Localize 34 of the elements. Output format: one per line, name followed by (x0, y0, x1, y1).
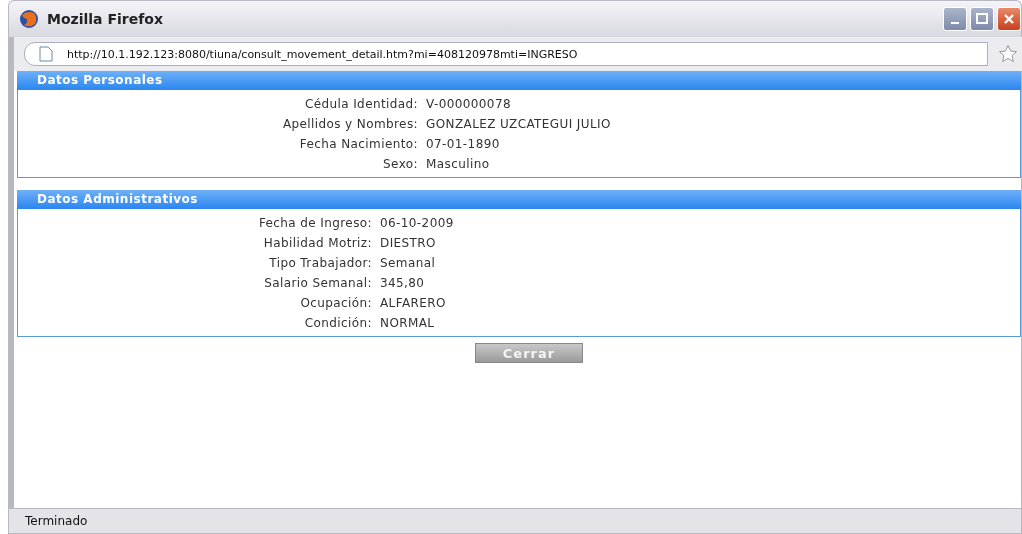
status-text: Terminado (25, 514, 88, 528)
field-value: Semanal (380, 255, 437, 272)
page-icon (39, 46, 53, 62)
field-label: Apellidos y Nombres: (281, 116, 418, 133)
field-label: Ocupación: (299, 295, 372, 312)
field-label: Habilidad Motriz: (262, 235, 372, 252)
address-field[interactable]: http://10.1.192.123:8080/tiuna/consult_movement_detail.htm?mi=408120978mti=INGRESO (24, 42, 988, 66)
minimize-button[interactable] (943, 7, 967, 31)
field-value: GONZALEZ UZCATEGUI JULIO (426, 116, 612, 133)
field-label: Condición: (303, 315, 372, 332)
field-label: Sexo: (382, 156, 418, 173)
field-value: 07-01-1890 (426, 136, 501, 153)
field-label: Tipo Trabajador: (268, 255, 372, 272)
window-title: Mozilla Firefox (47, 11, 163, 27)
maximize-button[interactable] (970, 7, 994, 31)
field-value: 345,80 (380, 275, 426, 292)
field-value: ALFARERO (380, 295, 447, 312)
maximize-icon (976, 13, 988, 25)
field-value: DIESTRO (380, 235, 437, 252)
field-label: Cédula Identidad: (303, 96, 418, 113)
close-button[interactable] (997, 7, 1021, 31)
field-value: NORMAL (380, 315, 436, 332)
section-header: Datos Personales (17, 71, 1021, 90)
star-icon[interactable] (998, 44, 1018, 64)
field-value: Masculino (426, 156, 491, 173)
field-label: Fecha Nacimiento: (298, 136, 418, 153)
close-icon (1003, 13, 1015, 25)
field-value: V-000000078 (426, 96, 512, 113)
minimize-icon (951, 22, 959, 24)
globe-icon (19, 9, 39, 29)
field-value: 06-10-2009 (380, 215, 455, 232)
field-label: Fecha de Ingreso: (257, 215, 372, 232)
section-header: Datos Administrativos (17, 190, 1021, 209)
field-label: Salario Semanal: (263, 275, 372, 292)
